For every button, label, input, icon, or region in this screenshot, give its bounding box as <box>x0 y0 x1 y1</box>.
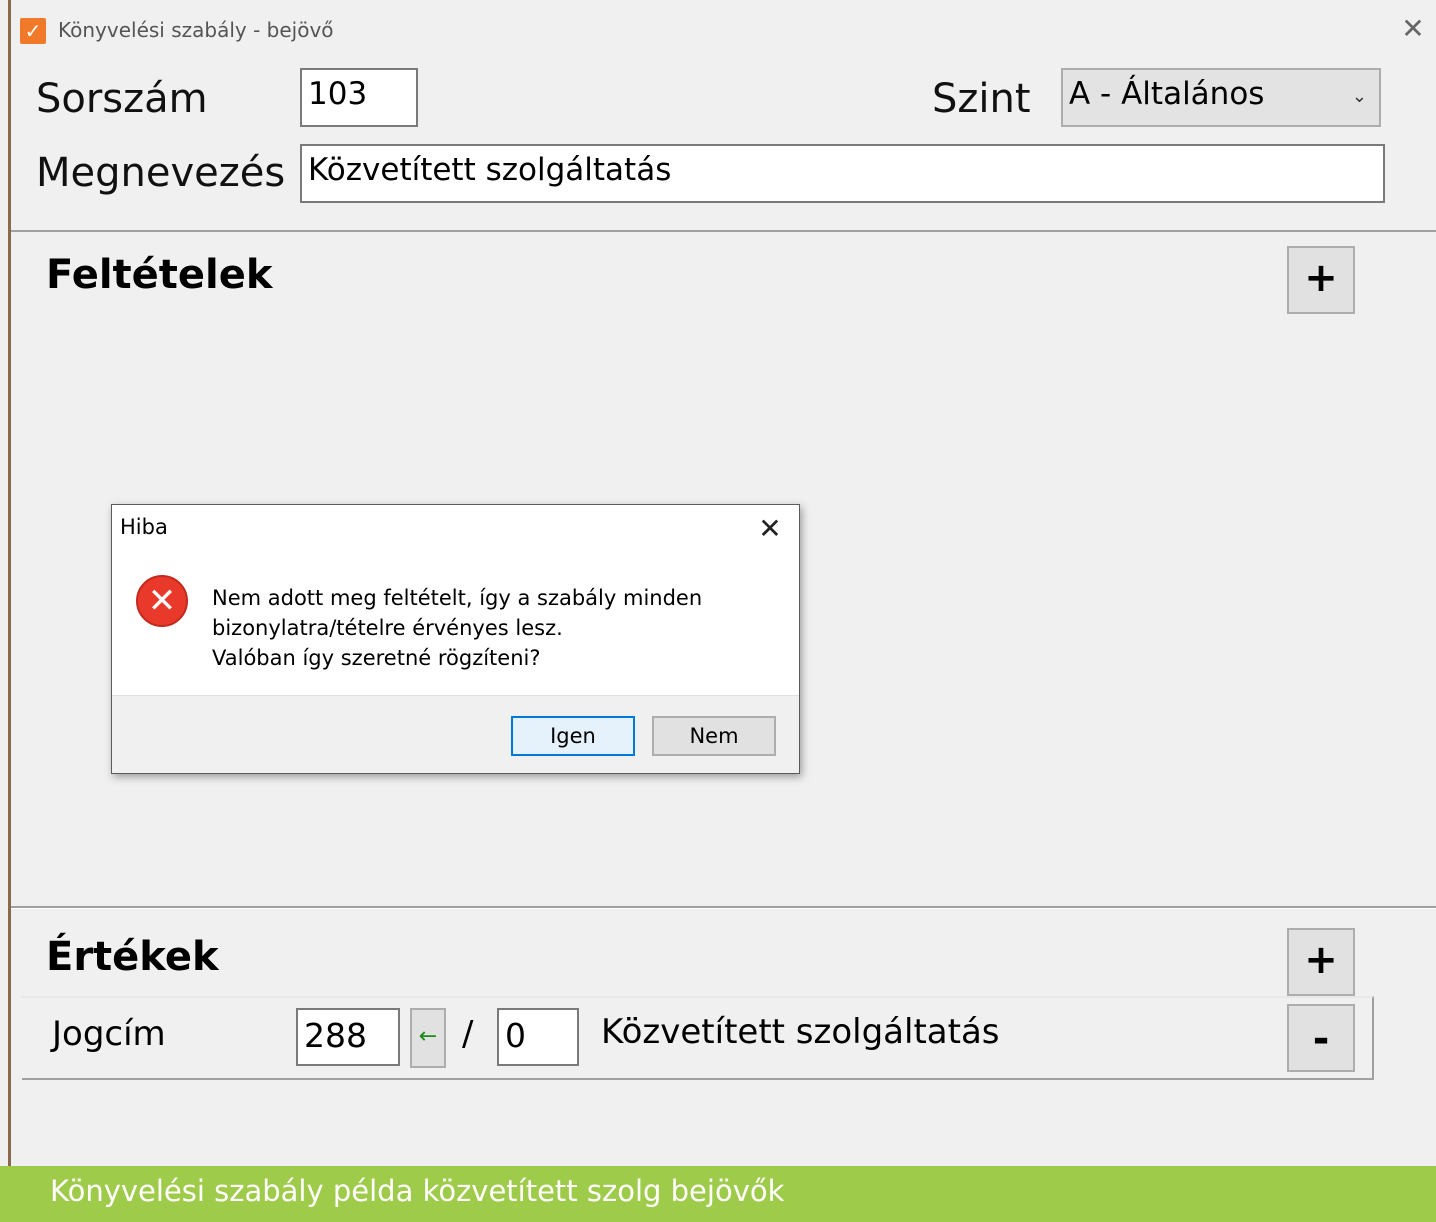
yes-button[interactable]: Igen <box>511 716 635 756</box>
window-title: Könyvelési szabály - bejövő <box>58 18 334 42</box>
dialog-message-line: Nem adott meg feltételt, így a szabály m… <box>212 586 703 610</box>
jogcim-name: Közvetített szolgáltatás <box>601 1012 1000 1052</box>
jogcim-sub-input[interactable]: 0 <box>497 1008 579 1066</box>
caption-text: Könyvelési szabály példa közvetített szo… <box>50 1174 785 1208</box>
szint-select[interactable]: A - Általános ⌄ <box>1061 68 1381 127</box>
divider-highlight <box>11 908 1436 909</box>
caption-bar: Könyvelési szabály példa közvetített szo… <box>0 1166 1436 1222</box>
jogcim-label: Jogcím <box>52 1014 166 1054</box>
dialog-message-line: Valóban így szeretné rögzíteni? <box>212 646 541 670</box>
dialog-message-line: bizonylatra/tételre érvényes lesz. <box>212 616 563 640</box>
values-title: Értékek <box>46 934 219 980</box>
error-icon: ✕ <box>136 575 188 627</box>
add-value-button[interactable]: + <box>1287 928 1355 996</box>
jogcim-code-input[interactable]: 288 <box>296 1008 400 1066</box>
divider <box>11 230 1436 232</box>
szint-label: Szint <box>932 76 1031 122</box>
window-left-edge <box>8 0 11 1166</box>
sorszam-input[interactable]: 103 <box>300 68 418 127</box>
error-dialog: Hiba ✕ ✕ Nem adott meg feltételt, így a … <box>111 504 800 774</box>
sorszam-label: Sorszám <box>36 76 208 122</box>
megnevezes-input[interactable]: Közvetített szolgáltatás <box>300 144 1385 203</box>
remove-value-button[interactable]: - <box>1287 1004 1355 1072</box>
no-button[interactable]: Nem <box>652 716 776 756</box>
checkmark-icon: ✓ <box>20 18 46 44</box>
szint-select-value: A - Általános <box>1069 76 1265 112</box>
add-condition-button[interactable]: + <box>1287 246 1355 314</box>
arrow-left-icon[interactable]: ← <box>410 1008 446 1068</box>
dialog-close-icon[interactable]: ✕ <box>752 511 788 547</box>
dialog-message: Nem adott meg feltételt, így a szabály m… <box>212 583 702 673</box>
dialog-title: Hiba <box>120 515 168 539</box>
slash-separator: / <box>462 1014 474 1054</box>
dialog-footer: Igen Nem <box>112 695 799 773</box>
chevron-down-icon: ⌄ <box>1351 86 1367 107</box>
megnevezes-label: Megnevezés <box>36 150 286 196</box>
close-icon[interactable]: ✕ <box>1396 12 1430 46</box>
conditions-title: Feltételek <box>46 252 273 298</box>
